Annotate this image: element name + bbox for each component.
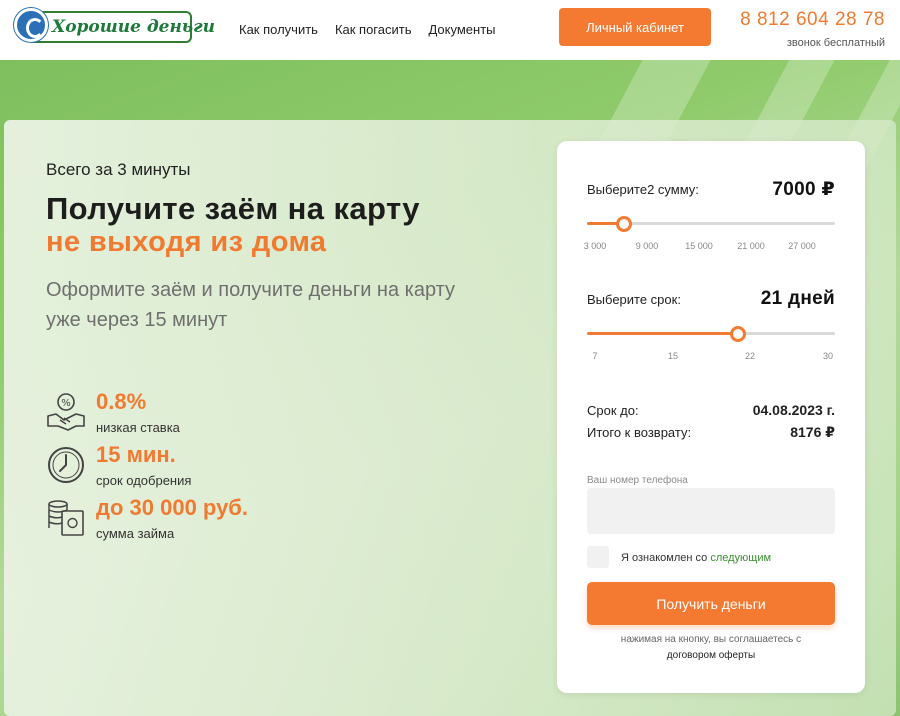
term-tick: 7 (592, 351, 598, 361)
money-stack-icon (48, 500, 84, 536)
term-tick: 30 (822, 351, 834, 361)
offer-agreement-link[interactable]: договором оферты (577, 648, 845, 664)
due-date-label: Срок до: (587, 403, 639, 418)
amount-value: 7000 ₽ (772, 179, 835, 200)
feature-rate: % 0.8% низкая ставка (46, 389, 346, 440)
nav-item-how-to-get[interactable]: Как получить (239, 22, 318, 37)
amount-slider[interactable] (587, 216, 835, 232)
due-date-row: Срок до: 04.08.2023 г. (587, 402, 835, 418)
amount-tick: 15 000 (685, 241, 713, 251)
slider-handle[interactable] (730, 326, 746, 342)
footnote-text: нажимая на кнопку, вы соглашаетесь с (620, 634, 802, 645)
hero-title: Получите заём на карту (46, 191, 420, 226)
clock-icon (48, 447, 84, 483)
due-date-value: 04.08.2023 г. (752, 402, 835, 418)
term-value: 21 дней (760, 288, 835, 309)
loan-calculator-card: Выберите2 сумму: 7000 ₽ 3 000 9 000 15 0… (557, 141, 865, 693)
agree-text: Я ознакомлен со следующим (621, 552, 771, 564)
feature-caption: низкая ставка (96, 420, 180, 435)
agree-label: Я ознакомлен со (621, 552, 708, 564)
site-header: Хорошие деньги Как получить Как погасить… (0, 0, 900, 60)
feature-loan-amount: до 30 000 руб. сумма займа (46, 495, 346, 546)
term-slider[interactable] (587, 326, 835, 342)
slider-fill (587, 332, 738, 335)
phone-input[interactable] (587, 488, 835, 534)
term-label: Выберите срок: (587, 292, 681, 307)
amount-tick: 27 000 (788, 241, 816, 251)
amount-tick: 21 000 (737, 241, 765, 251)
total-value: 8176 ₽ (790, 424, 835, 440)
nav-item-how-to-repay[interactable]: Как погасить (335, 22, 412, 37)
logo-mark-icon (14, 8, 48, 42)
footnote: нажимая на кнопку, вы соглашаетесь с дог… (577, 632, 845, 664)
agree-link[interactable]: следующим (710, 552, 771, 564)
phone-number[interactable]: 8 812 604 28 78 (740, 9, 885, 31)
handshake-percent-icon: % (47, 393, 85, 431)
amount-tick: 9 000 (635, 241, 659, 251)
feature-caption: сумма займа (96, 526, 175, 541)
personal-cabinet-button[interactable]: Личный кабинет (559, 8, 711, 46)
term-tick: 22 (744, 351, 756, 361)
hero-text: Всего за 3 минуты Получите заём на карту… (46, 160, 526, 335)
nav-item-documents[interactable]: Документы (428, 22, 495, 37)
total-row: Итого к возврату: 8176 ₽ (587, 424, 835, 440)
phone-note: звонок бесплатный (786, 37, 885, 49)
get-money-button[interactable]: Получить деньги (587, 582, 835, 625)
hero-pretitle: Всего за 3 минуты (46, 160, 191, 179)
logo[interactable]: Хорошие деньги (14, 8, 215, 44)
amount-tick: 3 000 (583, 241, 607, 251)
amount-label: Выберите2 сумму: (587, 182, 699, 197)
feature-value: до 30 000 руб. (96, 495, 249, 520)
agree-checkbox[interactable] (587, 546, 609, 568)
hero-title-accent: не выходя из дома (46, 226, 327, 258)
feature-value: 15 мин. (96, 442, 176, 467)
total-label: Итого к возврату: (587, 425, 692, 440)
feature-approval-time: 15 мин. срок одобрения (46, 442, 346, 493)
term-tick: 15 (667, 351, 679, 361)
logo-text: Хорошие деньги (52, 17, 216, 37)
feature-caption: срок одобрения (96, 473, 192, 488)
svg-text:%: % (61, 398, 71, 409)
hero-subtitle: Оформите заём и получите деньги на карту… (46, 279, 456, 331)
logo-frame: Хорошие деньги (28, 11, 215, 43)
phone-field-label: Ваш номер телефона (587, 475, 688, 486)
main-nav: Как получить Как погасить Документы (239, 22, 496, 37)
feature-value: 0.8% (96, 389, 147, 414)
slider-handle[interactable] (616, 216, 632, 232)
